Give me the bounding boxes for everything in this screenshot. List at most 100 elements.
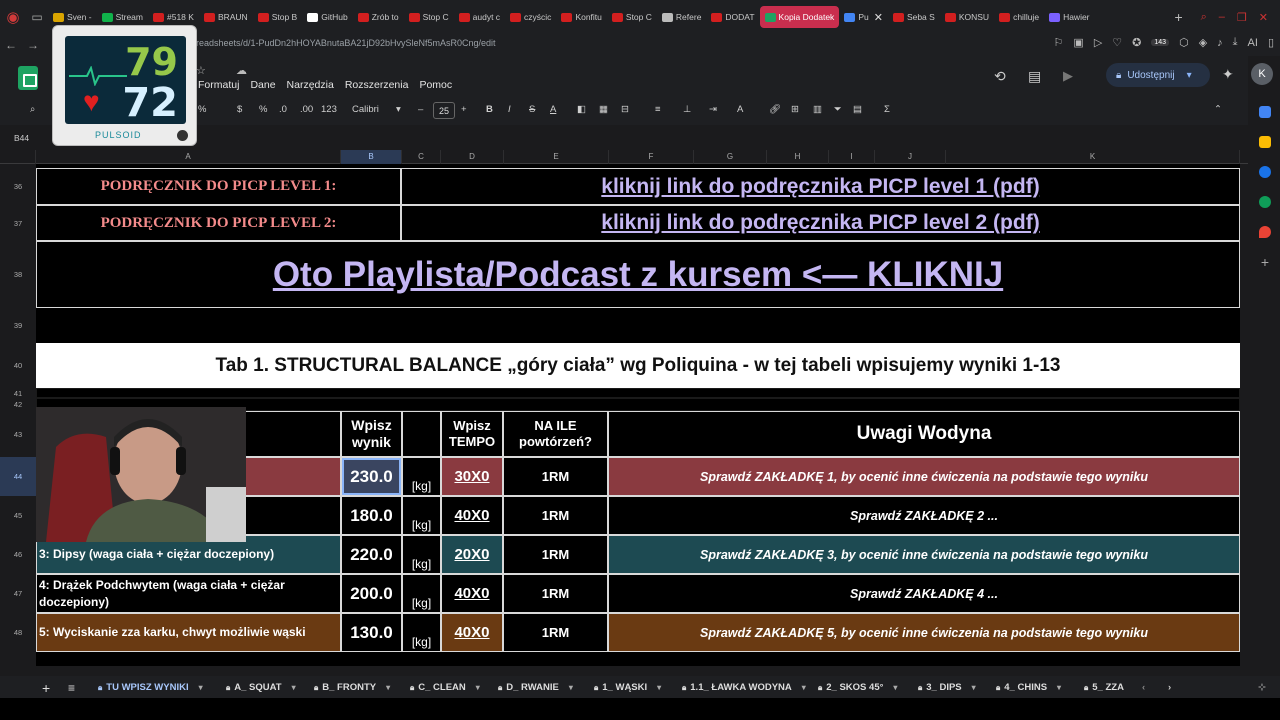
merge-cells-icon[interactable]: ⊟ [621,104,629,115]
tab-overview-icon[interactable]: ▭ [26,0,48,34]
zoom-percent[interactable]: % [198,104,206,115]
bold-button[interactable]: B [486,104,493,115]
fill-color-icon[interactable]: ◧ [577,104,586,115]
unit-label[interactable]: [kg] [402,613,441,652]
keep-icon[interactable] [1259,136,1271,148]
notifications-icon[interactable]: ♪ [1217,37,1223,49]
font-size-increase-button[interactable]: + [461,104,467,115]
browser-tab[interactable]: Stop C [404,6,454,28]
download-icon[interactable]: ⤓ [1233,36,1238,49]
search-menus-icon[interactable]: ⌕ [30,104,35,115]
browser-tab[interactable]: Pu ✕ [839,6,888,28]
contacts-icon[interactable] [1259,196,1271,208]
vpn-icon[interactable]: ⬡ [1179,36,1189,49]
browser-tab[interactable]: Refere [657,6,707,28]
result-value[interactable]: 220.0 [341,535,402,574]
borders-icon[interactable]: ▦ [599,104,608,115]
result-value[interactable]: 230.0 [341,457,402,496]
header-notes[interactable]: Uwagi Wodyna [608,411,1240,457]
add-sheet-button[interactable]: + [42,679,50,696]
browser-tab[interactable]: chilluje [994,6,1044,28]
result-value[interactable]: 200.0 [341,574,402,613]
select-all-corner[interactable] [0,150,36,164]
unit-label[interactable]: [kg] [402,496,441,535]
add-on-icon[interactable]: + [1259,255,1271,269]
share-button[interactable]: 🔒︎ Udostępnij ▾ [1106,63,1210,87]
cloud-saved-icon[interactable]: ☁ [236,64,247,77]
menu-item[interactable]: Formatuj [198,79,239,91]
increase-decimal-button[interactable]: .00 [300,104,313,115]
search-tabs-icon[interactable]: ⌕ [1201,11,1207,24]
column-header[interactable]: C [402,150,441,164]
all-sheets-icon[interactable]: ≡ [68,679,75,696]
browser-tab[interactable]: BRAUN [199,6,253,28]
header-result[interactable]: Wpisz wynik [341,411,402,457]
handbook2-label[interactable]: PODRĘCZNIK DO PICP LEVEL 2: [36,205,401,241]
scroll-right-icon[interactable]: › [1168,679,1171,696]
number-format-button[interactable]: 123 [321,104,337,115]
sheet-tab[interactable]: 🔒︎ 3_ DIPS ▾ [918,679,976,696]
forward-icon[interactable]: → [22,38,44,52]
font-select[interactable]: Calibri [352,104,379,115]
tempo-value[interactable]: 30X0 [441,457,503,496]
reps-value[interactable]: 1RM [503,574,608,613]
browser-tab[interactable]: Stop B [253,6,303,28]
empty-row[interactable] [36,308,1240,343]
filter-icon[interactable]: ⏷ [834,104,842,115]
font-size-decrease-button[interactable]: – [418,104,423,115]
note-text[interactable]: Sprawdź ZAKŁADKĘ 4 ... [608,574,1240,613]
browser-tab[interactable]: KONSU [940,6,994,28]
handbook2-link[interactable]: kliknij link do podręcznika PICP level 2… [401,205,1240,241]
playlist-link[interactable]: Oto Playlista/Podcast z kursem <— KLIKNI… [36,241,1240,308]
menu-item[interactable]: Narzędzia [287,79,334,91]
close-tab-icon[interactable]: ✕ [874,11,883,24]
column-header[interactable]: D [441,150,504,164]
browser-logo-icon[interactable]: ◉ [0,0,26,34]
reps-value[interactable]: 1RM [503,613,608,652]
browser-tab[interactable]: Konfitu [556,6,606,28]
row-header[interactable]: 46 [0,535,36,574]
sheet-tab[interactable]: 🔒︎ 1.1_ ŁAWKA WODYNA ▾ [682,679,806,696]
reps-value[interactable]: 1RM [503,535,608,574]
row-header[interactable]: 43 [0,411,36,457]
url-text[interactable]: readsheets/d/1-PudDn2hHOYABnutaBA21jD92b… [196,38,496,48]
sheet-tab[interactable]: 🔒︎ 2_ SKOS 45° ▾ [818,679,897,696]
minimize-icon[interactable]: – [1219,11,1225,24]
column-header[interactable]: I [829,150,875,164]
insert-comment-icon[interactable]: ⊞ [791,104,799,115]
text-color-button[interactable]: A [550,104,556,115]
header-reps[interactable]: NA ILE powtórzeń? [503,411,608,457]
sheet-tab[interactable]: 🔒︎ 4_ CHINS ▾ [996,679,1061,696]
column-header[interactable]: B [341,150,402,164]
row-header[interactable]: 44 [0,457,36,496]
unit-label[interactable]: [kg] [402,574,441,613]
handbook1-label[interactable]: PODRĘCZNIK DO PICP LEVEL 1: [36,168,401,205]
avatar[interactable]: K [1251,63,1273,85]
screenshot-icon[interactable]: ▣ [1073,36,1083,49]
reps-value[interactable]: 1RM [503,496,608,535]
tempo-value[interactable]: 40X0 [441,613,503,652]
tempo-value[interactable]: 20X0 [441,535,503,574]
column-header[interactable]: E [504,150,609,164]
text-rotation-icon[interactable]: A [737,104,743,115]
note-text[interactable]: Sprawdź ZAKŁADKĘ 3, by ocenić inne ćwicz… [608,535,1240,574]
maps-icon[interactable] [1259,226,1271,238]
table-title[interactable]: Tab 1. STRUCTURAL BALANCE „góry ciała” w… [36,343,1240,388]
name-box[interactable]: B44 [14,133,29,143]
browser-tab[interactable]: Seba S [888,6,940,28]
gemini-icon[interactable]: ✦ [1222,66,1234,83]
reps-value[interactable]: 1RM [503,457,608,496]
column-header[interactable]: A [36,150,341,164]
header-unit[interactable] [402,411,441,457]
row-header[interactable]: 41 [0,388,36,398]
row-header[interactable]: 40 [0,343,36,388]
ai-button[interactable]: AI [1248,37,1258,49]
row-header[interactable]: 42 [0,398,36,411]
column-header[interactable]: K [946,150,1240,164]
calendar-icon[interactable] [1259,106,1271,118]
browser-tab[interactable]: czyścic [505,6,556,28]
row-header[interactable]: 47 [0,574,36,613]
sidebar-toggle-icon[interactable]: ▯ [1268,36,1274,49]
menu-item[interactable]: Pomoc [419,79,452,91]
row-header[interactable]: 38 [0,241,36,308]
